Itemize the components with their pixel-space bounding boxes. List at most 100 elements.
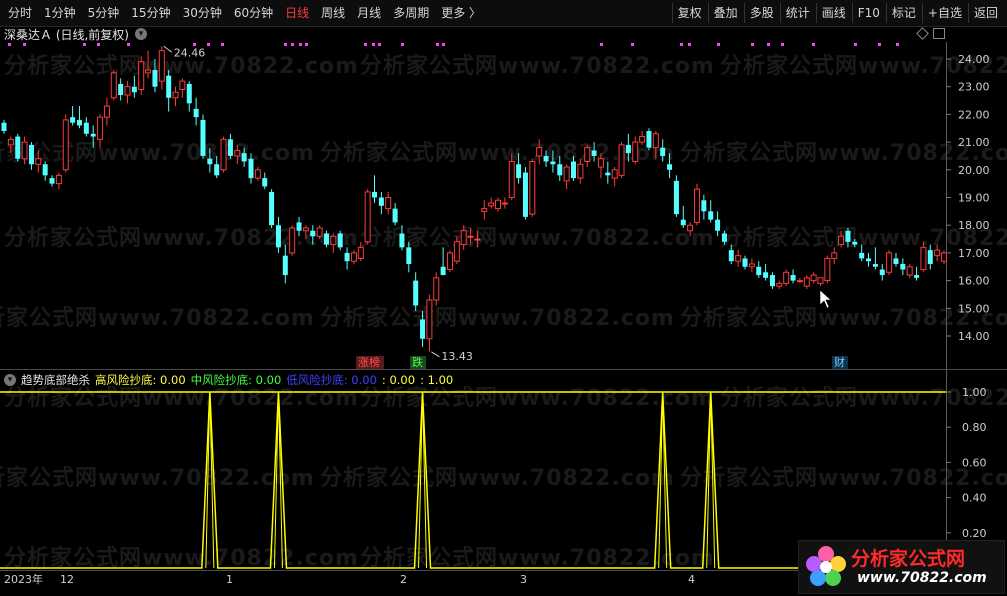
candle-body — [597, 158, 604, 168]
candle-body — [550, 161, 556, 165]
signal-marker — [680, 43, 683, 46]
candle-body — [859, 252, 865, 259]
candle-body — [214, 164, 220, 176]
candle-body — [652, 133, 659, 149]
candle-body — [269, 191, 275, 226]
indicator-legend-item: : 0.00 — [381, 372, 416, 387]
candle-body — [817, 277, 824, 284]
candle-body — [316, 227, 323, 237]
candle-body — [357, 246, 364, 259]
candle-body — [591, 150, 597, 156]
candle-body — [667, 164, 673, 170]
signal-marker — [8, 43, 11, 46]
signal-marker — [688, 43, 691, 46]
low-price-label: 13.43 — [441, 350, 473, 363]
candle-body — [62, 119, 69, 171]
candle-body — [693, 188, 700, 223]
site-logo: 分析家公式网 www.70822.com — [798, 540, 1005, 594]
candle-body — [474, 238, 481, 241]
candle-body — [207, 158, 213, 165]
candle-body — [296, 222, 302, 231]
candle-body — [21, 141, 28, 160]
candle-body — [728, 250, 734, 262]
candle-body — [446, 252, 453, 271]
candle-body — [90, 133, 96, 137]
signal-marker — [127, 43, 130, 46]
candle-body — [323, 233, 329, 245]
candle-body — [97, 116, 104, 140]
x-axis-label: 2 — [400, 573, 407, 586]
candle-body — [282, 255, 288, 276]
candle-body — [330, 235, 337, 246]
candle-body — [372, 191, 378, 198]
candle-body — [337, 233, 343, 248]
indicator-y-label: 0.80 — [962, 421, 987, 434]
candle-body — [1, 122, 7, 132]
candle-body — [118, 83, 124, 96]
signal-marker — [854, 43, 857, 46]
indicator-spike-inner — [273, 391, 283, 569]
chevron-down-icon[interactable]: ▾ — [4, 373, 16, 386]
candle-body — [275, 225, 281, 248]
high-pointer — [163, 45, 173, 53]
event-badge-label: 涨榜 — [358, 355, 380, 369]
candle-body — [934, 249, 941, 257]
candle-body — [796, 280, 803, 283]
signal-marker — [284, 43, 287, 46]
indicator-name[interactable]: 趋势底部绝杀 — [21, 372, 90, 388]
indicator-legend-item: 高风险抄底: 0.00 — [95, 372, 186, 387]
candle-body — [385, 197, 392, 210]
candle-body — [399, 233, 405, 248]
indicator-title-row: ▾ 趋势底部绝杀 高风险抄底: 0.00 中风险抄底: 0.00 低风险抄底: 0.… — [4, 372, 458, 387]
candle-body — [831, 252, 838, 259]
x-axis-label: 1 — [226, 573, 233, 586]
signal-marker — [600, 43, 603, 46]
candle-body — [481, 208, 488, 212]
indicator-legend-item: : 1.00 — [420, 372, 454, 387]
candle-body — [495, 199, 502, 210]
y-tick-label: 24.00 — [958, 53, 990, 66]
candle-body — [920, 246, 927, 271]
y-tick-label: 16.00 — [958, 275, 990, 288]
signal-marker — [878, 43, 881, 46]
candle-body — [872, 263, 878, 267]
candle-body — [742, 258, 748, 267]
candle-body — [262, 178, 268, 187]
candle-body — [220, 138, 227, 171]
candle-body — [893, 258, 899, 264]
candle-body — [708, 211, 714, 220]
logo-name: 分析家公式网 — [851, 548, 966, 570]
candle-body — [625, 144, 631, 154]
candle-body — [7, 138, 14, 146]
candle-body — [605, 172, 611, 176]
indicator-spike-inner — [658, 391, 668, 569]
candle-body — [927, 250, 933, 264]
candle-body — [701, 200, 707, 212]
candle-body — [193, 108, 199, 118]
candle-body — [906, 266, 913, 276]
candle-body — [611, 169, 618, 179]
candle-body — [680, 219, 686, 226]
candle-body — [186, 83, 192, 104]
candle-body — [138, 61, 145, 90]
candle-body — [810, 274, 817, 282]
candle-body — [103, 105, 110, 118]
candle-body — [488, 202, 495, 207]
candle-body — [289, 227, 296, 254]
candle-body — [152, 70, 158, 87]
candle-body — [426, 299, 433, 340]
candle-body — [866, 258, 872, 262]
candle-body — [886, 252, 893, 273]
candle-body — [501, 202, 508, 205]
signal-marker — [812, 43, 815, 46]
signal-marker — [378, 43, 381, 46]
kline-chart[interactable]: 24.0023.0022.0021.0020.0019.0018.0017.00… — [0, 0, 1007, 596]
candle-body — [70, 117, 76, 123]
signal-marker — [299, 43, 302, 46]
candle-body — [914, 275, 920, 278]
candle-body — [516, 164, 522, 179]
signal-marker — [781, 43, 784, 46]
y-tick-label: 14.00 — [958, 330, 990, 343]
candle-body — [392, 208, 398, 223]
candle-body — [179, 80, 186, 90]
